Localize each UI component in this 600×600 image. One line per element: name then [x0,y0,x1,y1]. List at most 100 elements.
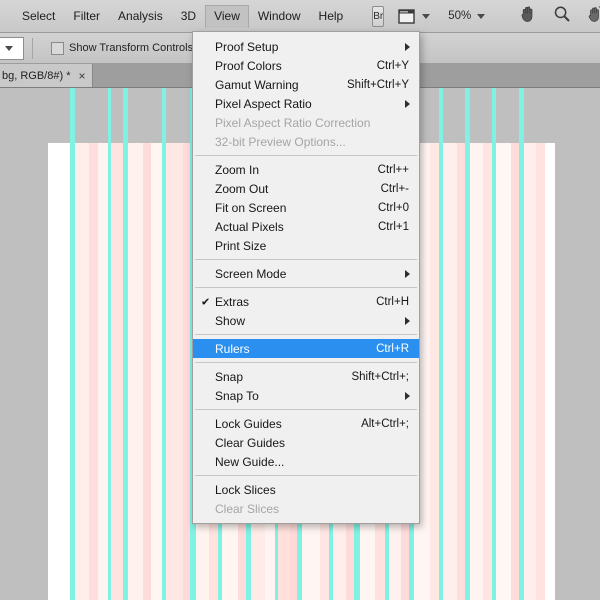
menu-item-label: Pixel Aspect Ratio Correction [215,115,371,130]
menu-item-show[interactable]: Show [193,311,419,330]
menu-item-label: Actual Pixels [215,219,284,234]
menu-item-new-guide[interactable]: New Guide... [193,452,419,471]
hand-tool-icon[interactable] [519,5,537,28]
menu-item-label: Lock Guides [215,416,282,431]
menu-separator [195,334,417,335]
menu-item-pixel-aspect-ratio-correction: Pixel Aspect Ratio Correction [193,113,419,132]
options-divider-1 [32,37,33,59]
menu-item-label: Pixel Aspect Ratio [215,96,312,111]
photoshop-window: Select Filter Analysis 3D View Window He… [0,0,600,600]
menu-3d[interactable]: 3D [172,5,205,28]
menu-item-shortcut: Ctrl+R [376,342,409,355]
menu-item-extras[interactable]: ✔ Extras Ctrl+H [193,292,419,311]
menu-separator [195,287,417,288]
stripe-band [524,143,536,600]
submenu-arrow-icon [405,99,410,108]
menu-item-zoom-in[interactable]: Zoom In Ctrl++ [193,160,419,179]
zoom-chevron-down-icon[interactable] [477,13,486,19]
rotate-view-tool-icon[interactable] [587,5,600,28]
checkbox-box [51,41,64,55]
stripe-band [496,143,511,600]
arrange-chevron-down-icon[interactable] [422,13,431,19]
menu-item-label: Snap [215,369,244,384]
guide-line [439,88,443,143]
stripe-band [151,143,162,600]
stripe-band [430,143,439,600]
stripe-band [545,143,555,600]
check-icon: ✔ [201,296,211,308]
bridge-button[interactable]: Br [372,5,385,27]
menu-item-shortcut: Ctrl+1 [378,220,409,233]
menu-item-fit-on-screen[interactable]: Fit on Screen Ctrl+0 [193,198,419,217]
menu-separator [195,362,417,363]
menu-item-label: Proof Setup [215,39,279,54]
menu-item-label: Zoom Out [215,181,269,196]
menu-item-snap[interactable]: Snap Shift+Ctrl+; [193,367,419,386]
menu-separator [195,259,417,260]
show-transform-controls-label: Show Transform Controls [69,42,194,54]
stripe-band [511,143,519,600]
menu-separator [195,409,417,410]
menu-item-label: Print Size [215,238,267,253]
menu-item-shortcut: Ctrl+Y [376,59,409,72]
zoom-level-value[interactable]: 50% [448,10,471,22]
stripe-band [75,143,89,600]
menu-analysis[interactable]: Analysis [109,5,172,28]
menu-item-screen-mode[interactable]: Screen Mode [193,264,419,283]
menu-item-label: Fit on Screen [215,200,287,215]
menu-item-label: Extras [215,294,250,309]
guide-line [108,88,111,143]
menu-item-label: Screen Mode [215,266,287,281]
guide-line [123,88,128,143]
close-icon[interactable]: × [78,70,85,82]
menu-item-32-bit-preview-options: 32-bit Preview Options... [193,132,419,151]
tool-preset-dropdown[interactable] [0,36,24,60]
guide-line [162,88,166,143]
stripe-band [470,143,483,600]
menu-window[interactable]: Window [249,5,310,28]
guide-line [465,88,470,143]
zoom-tool-icon[interactable] [553,5,571,28]
menu-item-label: Snap To [215,388,259,403]
submenu-arrow-icon [405,391,410,400]
menu-help[interactable]: Help [310,5,353,28]
view-dropdown-menu[interactable]: Proof Setup Proof Colors Ctrl+Y Gamut Warni… [192,31,420,524]
tool-preset-chevron-down-icon [5,45,13,51]
menu-item-proof-setup[interactable]: Proof Setup [193,37,419,56]
stripe-band [48,143,70,600]
menu-item-label: 32-bit Preview Options... [215,134,346,149]
stripe-band [457,143,465,600]
menu-item-lock-slices[interactable]: Lock Slices [193,480,419,499]
menu-item-clear-guides[interactable]: Clear Guides [193,433,419,452]
menu-item-actual-pixels[interactable]: Actual Pixels Ctrl+1 [193,217,419,236]
menu-item-shortcut: Shift+Ctrl+Y [347,78,409,91]
menu-item-label: Proof Colors [215,58,282,73]
menu-item-lock-guides[interactable]: Lock Guides Alt+Ctrl+; [193,414,419,433]
menu-item-label: Rulers [215,341,250,356]
menu-item-shortcut: Ctrl+0 [378,201,409,214]
document-tab[interactable]: bg, RGB/8#) * × [0,64,93,87]
guide-line [70,88,75,143]
menu-item-gamut-warning[interactable]: Gamut Warning Shift+Ctrl+Y [193,75,419,94]
menu-item-label: Show [215,313,246,328]
menu-item-label: New Guide... [215,454,285,469]
stripe-band [166,143,183,600]
menu-item-label: Lock Slices [215,482,276,497]
menu-item-pixel-aspect-ratio[interactable]: Pixel Aspect Ratio [193,94,419,113]
menu-view[interactable]: View [205,4,249,28]
menu-separator [195,155,417,156]
menu-select[interactable]: Select [13,5,64,28]
menu-item-snap-to[interactable]: Snap To [193,386,419,405]
menu-item-print-size[interactable]: Print Size [193,236,419,255]
menu-filter[interactable]: Filter [64,5,109,28]
menu-item-label: Gamut Warning [215,77,299,92]
stripe-band [89,143,98,600]
menu-item-zoom-out[interactable]: Zoom Out Ctrl+- [193,179,419,198]
menu-item-rulers[interactable]: Rulers Ctrl+R [193,339,419,358]
stripe-band [143,143,151,600]
menu-item-shortcut: Shift+Ctrl+; [351,370,409,383]
show-transform-controls-checkbox[interactable]: Show Transform Controls [51,41,194,55]
menu-item-shortcut: Ctrl++ [377,163,409,176]
menu-item-proof-colors[interactable]: Proof Colors Ctrl+Y [193,56,419,75]
arrange-documents-icon[interactable] [398,8,416,25]
